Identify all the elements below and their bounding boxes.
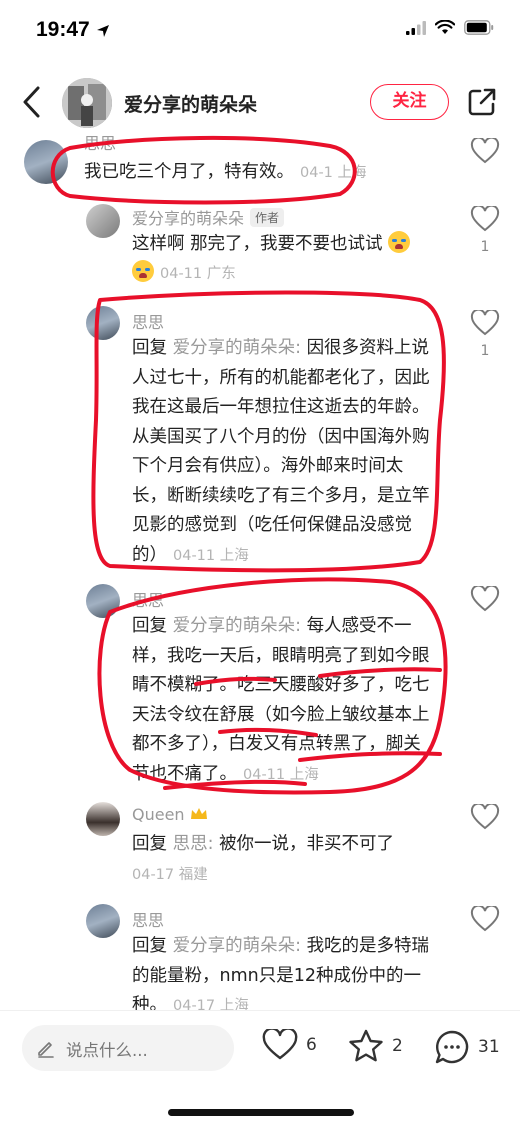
commenter-name[interactable]: 思思 [84, 130, 116, 154]
battery-icon [464, 20, 494, 35]
comment-text: 这样啊 那完了，我要不要也试试 [132, 230, 432, 260]
like-button[interactable]: 1 [470, 308, 500, 359]
bottom-action-bar: 说点什么... 6 2 31 [0, 1010, 520, 1127]
like-icon[interactable] [470, 586, 500, 612]
author-avatar-image [62, 78, 112, 128]
home-indicator[interactable] [168, 1109, 354, 1116]
author-name[interactable]: 爱分享的萌朵朵 [124, 90, 257, 117]
commenter-name[interactable]: 爱分享的萌朵朵 作者 [132, 205, 285, 229]
comment-meta: 04-1 上海 [300, 165, 367, 181]
comment-text: 回复 爱分享的萌朵朵: 我吃的是多特瑞的能量粉，nmn只是12种成份中的一种。 0… [132, 932, 438, 1010]
follow-button[interactable]: 关注 [370, 84, 449, 120]
like-icon[interactable] [470, 906, 500, 932]
comment-body: 因很多资料上说人过七十，所有的机能都老化了，因此我在这最后一年想拉住这逝去的年龄… [132, 338, 430, 565]
crying-emoji-icon [388, 231, 411, 253]
commenter-name-text: Queen [132, 805, 185, 824]
commenter-name[interactable]: 思思 [132, 907, 164, 931]
commenter-avatar[interactable] [86, 306, 120, 340]
signal-icon [406, 20, 426, 35]
back-button[interactable] [16, 84, 48, 120]
comment-item: 思思 回复 爱分享的萌朵朵: 每人感受不一样，我吃一天后，眼睛明亮了到如今眼睛不… [0, 582, 520, 792]
commenter-name[interactable]: 思思 [132, 587, 164, 611]
star-icon [349, 1029, 383, 1062]
reply-prefix: 回复 [132, 834, 167, 854]
comment-meta: 04-11 上海 [173, 547, 249, 564]
comment-text: 回复 思思: 被你一说，非买不可了 [132, 830, 438, 860]
like-icon[interactable] [470, 804, 500, 830]
comment-input-placeholder: 说点什么... [66, 1041, 148, 1060]
commenter-name-text: 爱分享的萌朵朵 [132, 209, 245, 228]
pen-icon [38, 1042, 54, 1058]
like-icon [470, 308, 500, 336]
comment-text: 我已吃三个月了，特有效。 04-1 上海 [84, 158, 444, 189]
commenter-avatar[interactable] [86, 802, 120, 836]
like-count: 1 [480, 239, 490, 255]
reply-to-name[interactable]: 爱分享的萌朵朵: [173, 936, 301, 956]
comment-item: Queen 回复 思思: 被你一说，非买不可了 04-17 福建 [0, 800, 520, 895]
comment-item: 思思 我已吃三个月了，特有效。 04-1 上海 [0, 134, 520, 196]
reply-prefix: 回复 [132, 338, 167, 358]
like-icon[interactable] [470, 138, 500, 164]
comment-text-line2: 04-11 广东 [132, 259, 432, 290]
share-icon[interactable] [466, 86, 498, 118]
comment-item: 爱分享的萌朵朵 作者 这样啊 那完了，我要不要也试试 04-11 广东 1 [0, 200, 520, 290]
comment-body: 被你一说，非买不可了 [219, 834, 395, 854]
comment-input[interactable]: 说点什么... [22, 1025, 234, 1071]
favorite-count: 2 [392, 1036, 403, 1056]
comment-meta: 04-11 上海 [243, 766, 319, 783]
comment-meta: 04-11 广东 [160, 266, 236, 282]
comment-meta: 04-17 福建 [132, 867, 208, 883]
comment-text: 回复 爱分享的萌朵朵: 因很多资料上说人过七十，所有的机能都老化了，因此我在这最… [132, 334, 438, 571]
reply-prefix: 回复 [132, 936, 167, 956]
location-arrow-icon [97, 25, 109, 37]
status-icons [406, 20, 494, 35]
comment-item: 思思 回复 爱分享的萌朵朵: 我吃的是多特瑞的能量粉，nmn只是12种成份中的一… [0, 902, 520, 1010]
author-tag: 作者 [250, 208, 285, 227]
commenter-avatar[interactable] [86, 584, 120, 618]
comment-text: 回复 爱分享的萌朵朵: 每人感受不一样，我吃一天后，眼睛明亮了到如今眼睛不模糊了… [132, 612, 438, 790]
crying-emoji-icon [132, 260, 154, 282]
like-button[interactable]: 1 [470, 204, 500, 255]
reply-to-name[interactable]: 爱分享的萌朵朵: [173, 338, 301, 358]
wifi-icon [435, 20, 455, 34]
like-icon [470, 204, 500, 232]
like-action[interactable]: 6 [262, 1029, 317, 1061]
status-time: 19:47 [36, 18, 90, 41]
crown-icon [190, 808, 207, 819]
comment-body: 这样啊 那完了，我要不要也试试 [132, 234, 383, 254]
like-count: 6 [306, 1035, 317, 1055]
author-avatar[interactable] [62, 78, 112, 128]
comment-count: 31 [478, 1037, 500, 1057]
status-bar: 19:47 [0, 0, 520, 62]
comment-body: 我已吃三个月了，特有效。 [84, 162, 294, 182]
commenter-avatar[interactable] [86, 904, 120, 938]
comment-item: 思思 回复 爱分享的萌朵朵: 因很多资料上说人过七十，所有的机能都老化了，因此我… [0, 304, 520, 574]
commenter-avatar[interactable] [86, 204, 120, 238]
comment-bubble-icon [435, 1030, 469, 1064]
commenter-avatar[interactable] [24, 140, 68, 184]
commenter-name[interactable]: 思思 [132, 309, 164, 333]
comment-action[interactable]: 31 [434, 1029, 500, 1065]
heart-icon [262, 1029, 298, 1060]
note-header: 爱分享的萌朵朵 关注 [0, 70, 520, 136]
comment-meta-line: 04-17 福建 [126, 860, 432, 891]
reply-to-name[interactable]: 思思: [173, 834, 214, 854]
like-count: 1 [480, 343, 490, 359]
reply-to-name[interactable]: 爱分享的萌朵朵: [173, 616, 301, 636]
reply-prefix: 回复 [132, 616, 167, 636]
commenter-name[interactable]: Queen [132, 805, 208, 824]
comment-meta: 04-17 上海 [173, 998, 249, 1010]
comment-body: 每人感受不一样，我吃一天后，眼睛明亮了到如今眼睛不模糊了。吃三天腰酸好多了，吃七… [132, 616, 430, 784]
favorite-action[interactable]: 2 [348, 1029, 403, 1063]
